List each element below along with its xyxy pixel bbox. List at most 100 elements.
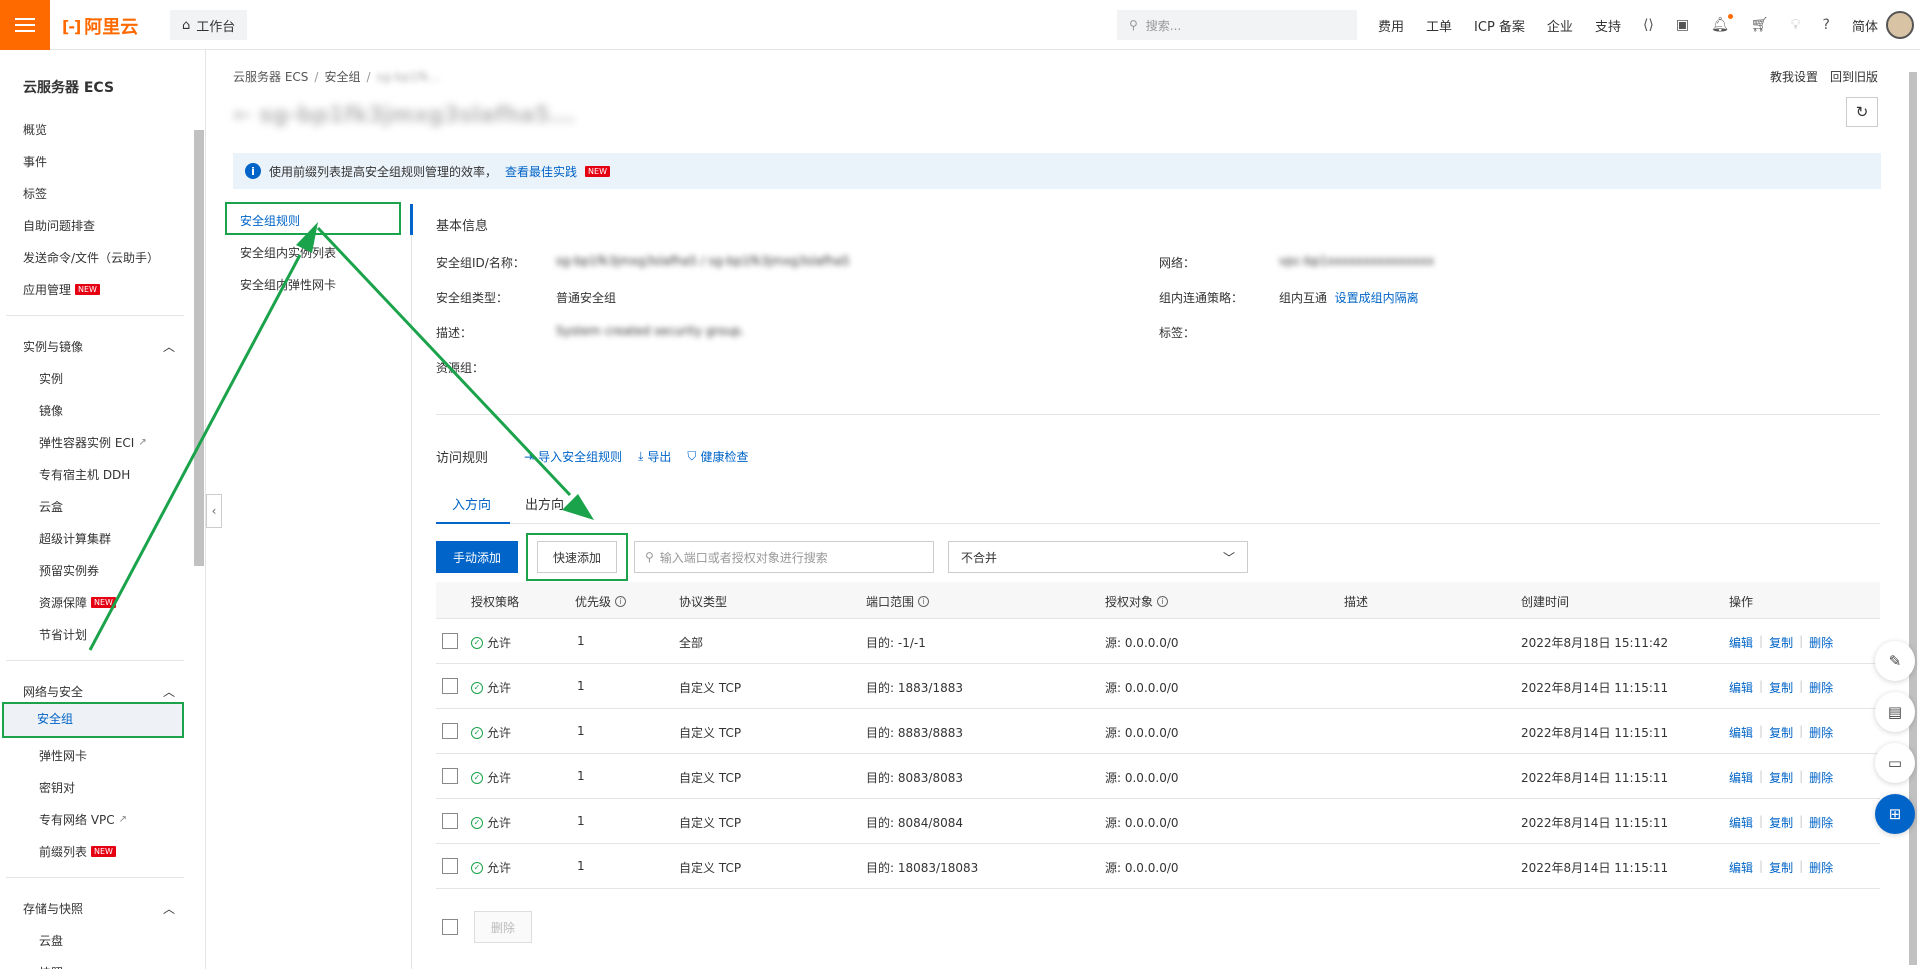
global-search-input[interactable]: ⚲ 搜索... bbox=[1117, 10, 1357, 40]
info-circle-icon[interactable]: i bbox=[918, 596, 930, 607]
sidebar-item-snapshots[interactable]: 快照 bbox=[39, 964, 63, 969]
delete-rule-link[interactable]: 删除 bbox=[1809, 814, 1833, 831]
manual-add-button[interactable]: 手动添加 bbox=[436, 541, 518, 573]
apps-icon[interactable]: ⊞ bbox=[1875, 794, 1915, 834]
aliyun-logo[interactable]: [-] 阿里云 bbox=[62, 13, 138, 39]
avatar[interactable] bbox=[1886, 11, 1914, 39]
sidebar-item-images[interactable]: 镜像 bbox=[39, 402, 63, 419]
copy-rule-link[interactable]: 复制 bbox=[1769, 769, 1793, 786]
row-checkbox[interactable] bbox=[442, 723, 458, 739]
sidebar-item-eni[interactable]: 弹性网卡 bbox=[39, 747, 87, 764]
nav-label-rules: 安全组规则 bbox=[240, 214, 301, 228]
sidebar-item-eci[interactable]: 弹性容器实例 ECI ↗ bbox=[39, 434, 147, 451]
policy-value: 组内互通 设置成组内隔离 bbox=[1279, 291, 1419, 305]
old-version-link[interactable]: 回到旧版 bbox=[1830, 68, 1878, 85]
row-checkbox[interactable] bbox=[442, 858, 458, 874]
top-link-tickets[interactable]: 工单 bbox=[1426, 16, 1452, 35]
edit-rule-link[interactable]: 编辑 bbox=[1729, 769, 1753, 786]
breadcrumb-ecs[interactable]: 云服务器 ECS bbox=[233, 68, 308, 85]
bulk-delete-button[interactable]: 删除 bbox=[474, 911, 532, 943]
sidebar-item-prefix-list[interactable]: 前缀列表 NEW bbox=[39, 843, 116, 860]
collapse-sidebar-icon[interactable]: ‹ bbox=[206, 494, 222, 528]
tab-outbound[interactable]: 出方向 bbox=[525, 494, 564, 513]
edit-rule-link[interactable]: 编辑 bbox=[1729, 634, 1753, 651]
sidebar-item-scc[interactable]: 超级计算集群 bbox=[39, 530, 111, 547]
export-button[interactable]: ⤓ 导出 bbox=[638, 448, 671, 465]
edit-rule-link[interactable]: 编辑 bbox=[1729, 859, 1753, 876]
edit-rule-link[interactable]: 编辑 bbox=[1729, 679, 1753, 696]
sidebar-item-overview[interactable]: 概览 bbox=[23, 121, 47, 138]
sidebar-item-ddh[interactable]: 专有宿主机 DDH bbox=[39, 466, 130, 483]
rule-search-input[interactable]: ⚲ 输入端口或者授权对象进行搜索 bbox=[634, 541, 934, 573]
sidebar-item-events[interactable]: 事件 bbox=[23, 153, 47, 170]
tab-inbound[interactable]: 入方向 bbox=[452, 494, 491, 513]
copy-rule-link[interactable]: 复制 bbox=[1769, 724, 1793, 741]
lightbulb-icon[interactable]: 💡︎ bbox=[1791, 17, 1801, 33]
best-practice-link[interactable]: 查看最佳实践 bbox=[505, 163, 577, 180]
sidebar-group-instances[interactable]: 实例与镜像 ︿ bbox=[23, 338, 175, 355]
edit-rule-link[interactable]: 编辑 bbox=[1729, 814, 1753, 831]
language-switch[interactable]: 简体 bbox=[1852, 16, 1878, 35]
help-icon[interactable]: ? bbox=[1823, 17, 1830, 33]
select-all-checkbox[interactable] bbox=[442, 919, 458, 935]
import-rules-button[interactable]: ⇥ 导入安全组规则 bbox=[524, 448, 622, 465]
sidebar-item-cloud-assistant[interactable]: 发送命令/文件（云助手） bbox=[23, 249, 159, 266]
sidebar-item-cloudbox[interactable]: 云盒 bbox=[39, 498, 63, 515]
sidebar-item-savings-plan[interactable]: 节省计划 bbox=[39, 626, 87, 643]
delete-rule-link[interactable]: 删除 bbox=[1809, 724, 1833, 741]
top-link-fees[interactable]: 费用 bbox=[1378, 16, 1404, 35]
row-checkbox[interactable] bbox=[442, 633, 458, 649]
sidebar-group-network[interactable]: 网络与安全 ︿ bbox=[23, 683, 175, 700]
id-name-label: 安全组ID/名称： bbox=[436, 256, 525, 270]
top-link-enterprise[interactable]: 企业 bbox=[1547, 16, 1573, 35]
sidebar-item-reserved[interactable]: 预留实例券 bbox=[39, 562, 99, 579]
merge-select[interactable]: 不合并 ﹀ bbox=[948, 541, 1248, 573]
quick-add-button[interactable]: 快速添加 bbox=[537, 541, 617, 573]
sidebar-item-resource-assurance[interactable]: 资源保障 NEW bbox=[39, 594, 116, 611]
tab-eni-list[interactable]: 安全组内弹性网卡 bbox=[240, 276, 336, 293]
chat-icon[interactable]: ▭ bbox=[1875, 743, 1915, 783]
top-link-icp[interactable]: ICP 备案 bbox=[1474, 16, 1525, 35]
sidebar-item-keypair[interactable]: 密钥对 bbox=[39, 779, 75, 796]
sidebar-item-vpc[interactable]: 专有网络 VPC ↗ bbox=[39, 811, 127, 828]
sidebar-item-instances[interactable]: 实例 bbox=[39, 370, 63, 387]
copy-rule-link[interactable]: 复制 bbox=[1769, 634, 1793, 651]
delete-rule-link[interactable]: 删除 bbox=[1809, 634, 1833, 651]
edit-icon[interactable]: ✎ bbox=[1875, 641, 1915, 681]
sidebar-item-tags[interactable]: 标签 bbox=[23, 185, 47, 202]
edit-rule-link[interactable]: 编辑 bbox=[1729, 724, 1753, 741]
sidebar-group-storage[interactable]: 存储与快照 ︿ bbox=[23, 900, 175, 917]
sidebar-item-disks[interactable]: 云盘 bbox=[39, 932, 63, 949]
check-circle-icon: ✓ bbox=[471, 771, 483, 784]
refresh-icon[interactable]: ↻ bbox=[1846, 97, 1878, 127]
row-checkbox[interactable] bbox=[442, 678, 458, 694]
info-circle-icon[interactable]: i bbox=[615, 596, 627, 607]
hamburger-menu-icon[interactable] bbox=[0, 0, 50, 50]
copy-rule-link[interactable]: 复制 bbox=[1769, 679, 1793, 696]
sidebar-item-troubleshoot[interactable]: 自助问题排查 bbox=[23, 217, 95, 234]
tab-instance-list[interactable]: 安全组内实例列表 bbox=[240, 244, 336, 261]
set-isolation-link[interactable]: 设置成组内隔离 bbox=[1335, 291, 1419, 305]
health-check-button[interactable]: ⛉ 健康检查 bbox=[687, 448, 748, 465]
sidebar-scrollbar[interactable] bbox=[192, 114, 204, 964]
guide-link[interactable]: 教我设置 bbox=[1770, 68, 1818, 85]
copy-rule-link[interactable]: 复制 bbox=[1769, 859, 1793, 876]
bell-icon[interactable]: 🔔︎ bbox=[1711, 14, 1733, 33]
delete-rule-link[interactable]: 删除 bbox=[1809, 679, 1833, 696]
sidebar-item-security-group[interactable] bbox=[2, 702, 184, 738]
sidebar-item-app-management[interactable]: 应用管理 NEW bbox=[23, 281, 100, 298]
delete-rule-link[interactable]: 删除 bbox=[1809, 769, 1833, 786]
table-footer: 删除 bbox=[436, 911, 532, 943]
copy-rule-link[interactable]: 复制 bbox=[1769, 814, 1793, 831]
code-icon[interactable]: ⟨⟩ bbox=[1643, 17, 1654, 33]
terminal-icon[interactable]: ▣ bbox=[1676, 17, 1689, 33]
book-icon[interactable]: ▤ bbox=[1875, 692, 1915, 732]
top-link-support[interactable]: 支持 bbox=[1595, 16, 1621, 35]
breadcrumb-security-group[interactable]: 安全组 bbox=[324, 68, 360, 85]
row-checkbox[interactable] bbox=[442, 768, 458, 784]
cart-icon[interactable]: 🛒︎ bbox=[1751, 17, 1769, 33]
row-checkbox[interactable] bbox=[442, 813, 458, 829]
info-circle-icon[interactable]: i bbox=[1157, 596, 1169, 607]
workbench-button[interactable]: ⌂ 工作台 bbox=[170, 10, 248, 40]
delete-rule-link[interactable]: 删除 bbox=[1809, 859, 1833, 876]
